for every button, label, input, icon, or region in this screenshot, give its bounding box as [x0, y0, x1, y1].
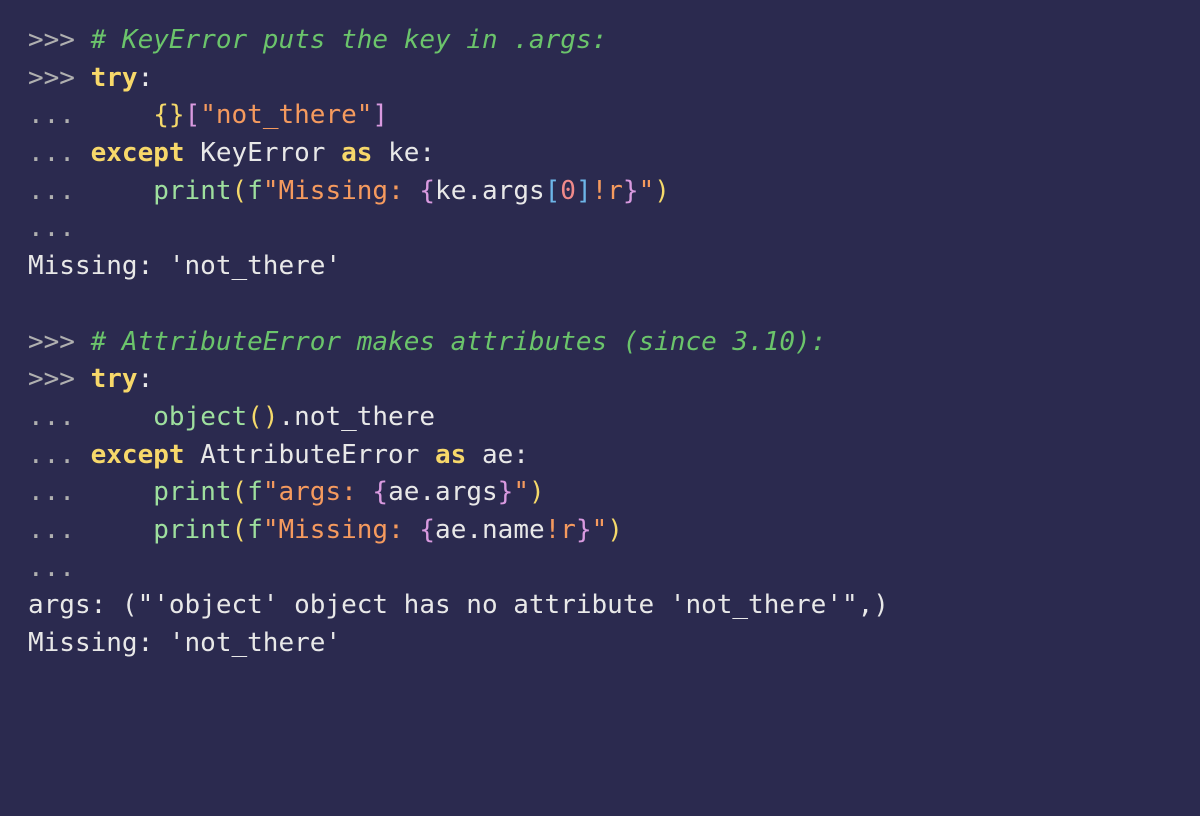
format-spec: !r: [545, 515, 576, 545]
class-name: AttributeError: [200, 440, 419, 470]
fstring-expr: ae.args: [388, 477, 498, 507]
line-14: ... print(f"Missing: {ae.name!r}"): [28, 515, 623, 545]
keyword-except: except: [91, 138, 185, 168]
paren-open: (: [232, 515, 248, 545]
colon: :: [513, 440, 529, 470]
paren-close: ): [654, 176, 670, 206]
space: [419, 440, 435, 470]
bracket-close: ]: [372, 100, 388, 130]
line-6: ...: [28, 213, 91, 243]
space: [185, 440, 201, 470]
attribute: .not_there: [278, 402, 435, 432]
comment: # KeyError puts the key in .args:: [91, 25, 608, 55]
format-spec: !r: [592, 176, 623, 206]
keyword-try: try: [91, 63, 138, 93]
comment: # AttributeError makes attributes (since…: [91, 327, 827, 357]
repl-continuation: ...: [28, 515, 91, 545]
line-13: ... print(f"args: {ae.args}"): [28, 477, 545, 507]
repl-continuation: ...: [28, 477, 91, 507]
paren-open: (: [232, 477, 248, 507]
keyword-as: as: [341, 138, 372, 168]
space: [372, 138, 388, 168]
repl-continuation: ...: [28, 100, 91, 130]
colon: :: [138, 364, 154, 394]
string-part: ": [513, 477, 529, 507]
keyword-try: try: [91, 364, 138, 394]
class-name: KeyError: [200, 138, 325, 168]
output-line: Missing: 'not_there': [28, 628, 341, 658]
paren-open: (: [247, 402, 263, 432]
repl-continuation: ...: [28, 553, 91, 583]
fstring-brace-close: }: [623, 176, 639, 206]
brace-open: {: [153, 100, 169, 130]
code-block: >>> # KeyError puts the key in .args: >>…: [28, 22, 1172, 663]
builtin-print: print: [153, 477, 231, 507]
variable: ke: [388, 138, 419, 168]
repl-continuation: ...: [28, 440, 91, 470]
indent: [91, 176, 154, 206]
builtin-print: print: [153, 515, 231, 545]
paren-open: (: [232, 176, 248, 206]
fstring-brace-close: }: [498, 477, 514, 507]
repl-continuation: ...: [28, 213, 91, 243]
fstring-brace-open: {: [372, 477, 388, 507]
colon: :: [138, 63, 154, 93]
line-3: ... {}["not_there"]: [28, 100, 388, 130]
fstring-brace-close: }: [576, 515, 592, 545]
string-part: "Missing:: [263, 515, 420, 545]
brace-close: }: [169, 100, 185, 130]
paren-close: ): [263, 402, 279, 432]
indent: [91, 100, 154, 130]
string-part: ": [592, 515, 608, 545]
bracket-open: [: [185, 100, 201, 130]
fstring-expr: ke.args: [435, 176, 545, 206]
line-11: ... object().not_there: [28, 402, 435, 432]
fstring-prefix: f: [247, 477, 263, 507]
string-part: ": [639, 176, 655, 206]
indent: [91, 402, 154, 432]
keyword-except: except: [91, 440, 185, 470]
output-line: Missing: 'not_there': [28, 251, 341, 281]
repl-prompt: >>>: [28, 327, 91, 357]
keyword-as: as: [435, 440, 466, 470]
line-9: >>> # AttributeError makes attributes (s…: [28, 327, 826, 357]
fstring-brace-open: {: [419, 515, 435, 545]
fstring-expr: ae.name: [435, 515, 545, 545]
line-5: ... print(f"Missing: {ke.args[0]!r}"): [28, 176, 670, 206]
repl-continuation: ...: [28, 176, 91, 206]
string-part: "Missing:: [263, 176, 420, 206]
paren-close: ): [529, 477, 545, 507]
repl-prompt: >>>: [28, 364, 91, 394]
line-2: >>> try:: [28, 63, 153, 93]
space: [325, 138, 341, 168]
builtin-print: print: [153, 176, 231, 206]
line-15: ...: [28, 553, 91, 583]
bracket-close: ]: [576, 176, 592, 206]
fstring-prefix: f: [247, 176, 263, 206]
repl-continuation: ...: [28, 402, 91, 432]
output-line: args: ("'object' object has no attribute…: [28, 590, 889, 620]
variable: ae: [482, 440, 513, 470]
indent: [91, 477, 154, 507]
paren-close: ): [607, 515, 623, 545]
string-part: "args:: [263, 477, 373, 507]
fstring-prefix: f: [247, 515, 263, 545]
indent: [91, 515, 154, 545]
repl-continuation: ...: [28, 138, 91, 168]
line-1: >>> # KeyError puts the key in .args:: [28, 25, 607, 55]
line-12: ... except AttributeError as ae:: [28, 440, 529, 470]
colon: :: [419, 138, 435, 168]
line-4: ... except KeyError as ke:: [28, 138, 435, 168]
bracket-open: [: [545, 176, 561, 206]
builtin-object: object: [153, 402, 247, 432]
string-literal: "not_there": [200, 100, 372, 130]
number: 0: [560, 176, 576, 206]
space: [185, 138, 201, 168]
fstring-brace-open: {: [419, 176, 435, 206]
line-10: >>> try:: [28, 364, 153, 394]
repl-prompt: >>>: [28, 25, 91, 55]
space: [466, 440, 482, 470]
repl-prompt: >>>: [28, 63, 91, 93]
